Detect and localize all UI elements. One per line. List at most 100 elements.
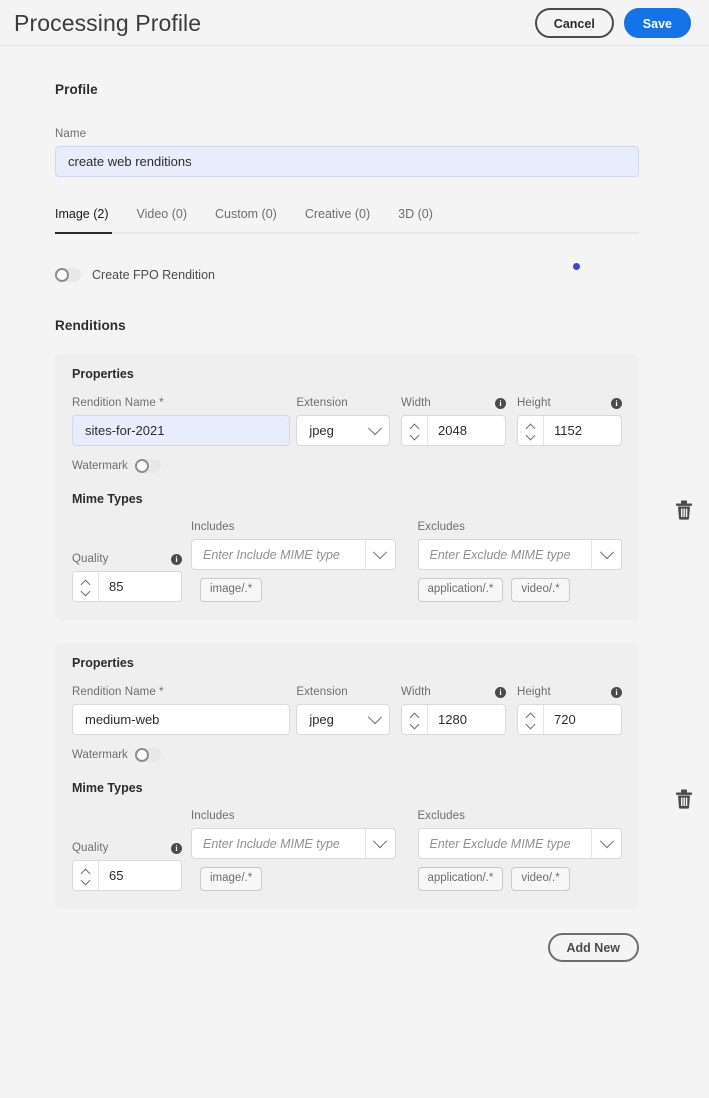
chevron-down-icon: [373, 545, 387, 559]
height-input[interactable]: [544, 416, 621, 445]
chevron-down-icon[interactable]: [82, 589, 90, 594]
mime-tag[interactable]: application/.*: [418, 578, 504, 602]
chevron-up-icon[interactable]: [411, 713, 419, 718]
properties-row: Rendition Name * Extension jpeg Width: [72, 397, 622, 446]
create-fpo-rendition-toggle[interactable]: [55, 268, 81, 282]
chevron-up-icon[interactable]: [411, 424, 419, 429]
stepper-arrows[interactable]: [73, 861, 99, 890]
chevron-down-icon[interactable]: [82, 878, 90, 883]
chevron-down-icon[interactable]: [411, 433, 419, 438]
chevron-up-icon[interactable]: [82, 869, 90, 874]
watermark-row: Watermark: [72, 748, 622, 762]
info-icon[interactable]: i: [171, 554, 182, 565]
tab-video[interactable]: Video (0): [123, 207, 202, 232]
width-stepper[interactable]: [401, 415, 506, 446]
stepper-arrows[interactable]: [402, 705, 428, 734]
exclude-mime-dropdown-button[interactable]: [591, 829, 621, 858]
include-mime-dropdown-button[interactable]: [365, 829, 395, 858]
quality-label: Quality: [72, 553, 109, 565]
height-input[interactable]: [544, 705, 621, 734]
mime-types-row: Quality i Includes: [72, 810, 622, 891]
mime-tag[interactable]: image/.*: [200, 867, 262, 891]
tab-creative[interactable]: Creative (0): [291, 207, 384, 232]
properties-row: Rendition Name * Extension jpeg Width: [72, 686, 622, 735]
width-input[interactable]: [428, 705, 505, 734]
extension-group: Extension jpeg: [296, 397, 390, 446]
watermark-toggle[interactable]: [135, 459, 161, 473]
add-new-rendition-button[interactable]: Add New: [548, 933, 639, 962]
chevron-down-icon: [599, 545, 613, 559]
chevron-up-icon[interactable]: [527, 424, 535, 429]
excludes-tag-list: application/.* video/.*: [418, 578, 623, 602]
profile-name-input[interactable]: [55, 146, 639, 177]
includes-label: Includes: [191, 521, 396, 533]
stepper-arrows[interactable]: [402, 416, 428, 445]
stepper-arrows[interactable]: [73, 572, 99, 601]
chevron-down-icon[interactable]: [527, 433, 535, 438]
extension-value: jpeg: [309, 423, 334, 438]
quality-stepper[interactable]: [72, 571, 182, 602]
include-mime-placeholder: Enter Include MIME type: [192, 548, 365, 562]
info-icon[interactable]: i: [495, 687, 506, 698]
width-input[interactable]: [428, 416, 505, 445]
rendition-name-label: Rendition Name *: [72, 686, 290, 698]
includes-group: Includes Enter Include MIME type image/.…: [191, 521, 396, 602]
watermark-toggle[interactable]: [135, 748, 161, 762]
extension-select[interactable]: jpeg: [296, 704, 390, 735]
chevron-down-icon[interactable]: [411, 722, 419, 727]
mime-tag[interactable]: video/.*: [511, 578, 569, 602]
rendition-name-group: Rendition Name *: [72, 397, 290, 446]
rendition-card-body: Properties Rendition Name * Extension jp…: [55, 643, 639, 909]
height-stepper[interactable]: [517, 704, 622, 735]
mime-tag[interactable]: application/.*: [418, 867, 504, 891]
quality-label: Quality: [72, 842, 109, 854]
exclude-mime-dropdown-button[interactable]: [591, 540, 621, 569]
trash-icon: [675, 500, 693, 520]
info-icon[interactable]: i: [611, 687, 622, 698]
height-label: Height: [517, 686, 551, 698]
height-stepper[interactable]: [517, 415, 622, 446]
chevron-down-icon: [373, 834, 387, 848]
chevron-up-icon[interactable]: [527, 713, 535, 718]
exclude-mime-combobox[interactable]: Enter Exclude MIME type: [418, 828, 623, 859]
properties-heading: Properties: [72, 367, 622, 381]
quality-input[interactable]: [99, 861, 181, 890]
include-mime-dropdown-button[interactable]: [365, 540, 395, 569]
includes-tag-list: image/.*: [191, 867, 396, 891]
rendition-name-input[interactable]: [72, 415, 290, 446]
width-stepper[interactable]: [401, 704, 506, 735]
save-button[interactable]: Save: [624, 8, 691, 38]
rendition-card: Properties Rendition Name * Extension jp…: [55, 643, 709, 909]
tab-3d[interactable]: 3D (0): [384, 207, 447, 232]
width-group: Width i: [401, 397, 506, 446]
chevron-up-icon[interactable]: [82, 580, 90, 585]
mime-tag[interactable]: image/.*: [200, 578, 262, 602]
cancel-button[interactable]: Cancel: [535, 8, 614, 38]
info-icon[interactable]: i: [611, 398, 622, 409]
extension-select[interactable]: jpeg: [296, 415, 390, 446]
rendition-name-input[interactable]: [72, 704, 290, 735]
stepper-arrows[interactable]: [518, 705, 544, 734]
exclude-mime-placeholder: Enter Exclude MIME type: [419, 837, 592, 851]
exclude-mime-placeholder: Enter Exclude MIME type: [419, 548, 592, 562]
trash-icon: [675, 789, 693, 809]
delete-rendition-button[interactable]: [675, 789, 693, 809]
quality-input[interactable]: [99, 572, 181, 601]
delete-rendition-button[interactable]: [675, 500, 693, 520]
chevron-down-icon[interactable]: [527, 722, 535, 727]
mime-tag[interactable]: video/.*: [511, 867, 569, 891]
create-fpo-rendition-row: Create FPO Rendition: [55, 268, 709, 282]
watermark-label: Watermark: [72, 749, 128, 761]
include-mime-combobox[interactable]: Enter Include MIME type: [191, 539, 396, 570]
excludes-label: Excludes: [418, 521, 623, 533]
quality-stepper[interactable]: [72, 860, 182, 891]
chevron-down-icon: [599, 834, 613, 848]
rendition-name-label: Rendition Name *: [72, 397, 290, 409]
tab-custom[interactable]: Custom (0): [201, 207, 291, 232]
tab-image[interactable]: Image (2): [55, 207, 123, 232]
include-mime-combobox[interactable]: Enter Include MIME type: [191, 828, 396, 859]
stepper-arrows[interactable]: [518, 416, 544, 445]
exclude-mime-combobox[interactable]: Enter Exclude MIME type: [418, 539, 623, 570]
info-icon[interactable]: i: [171, 843, 182, 854]
info-icon[interactable]: i: [495, 398, 506, 409]
